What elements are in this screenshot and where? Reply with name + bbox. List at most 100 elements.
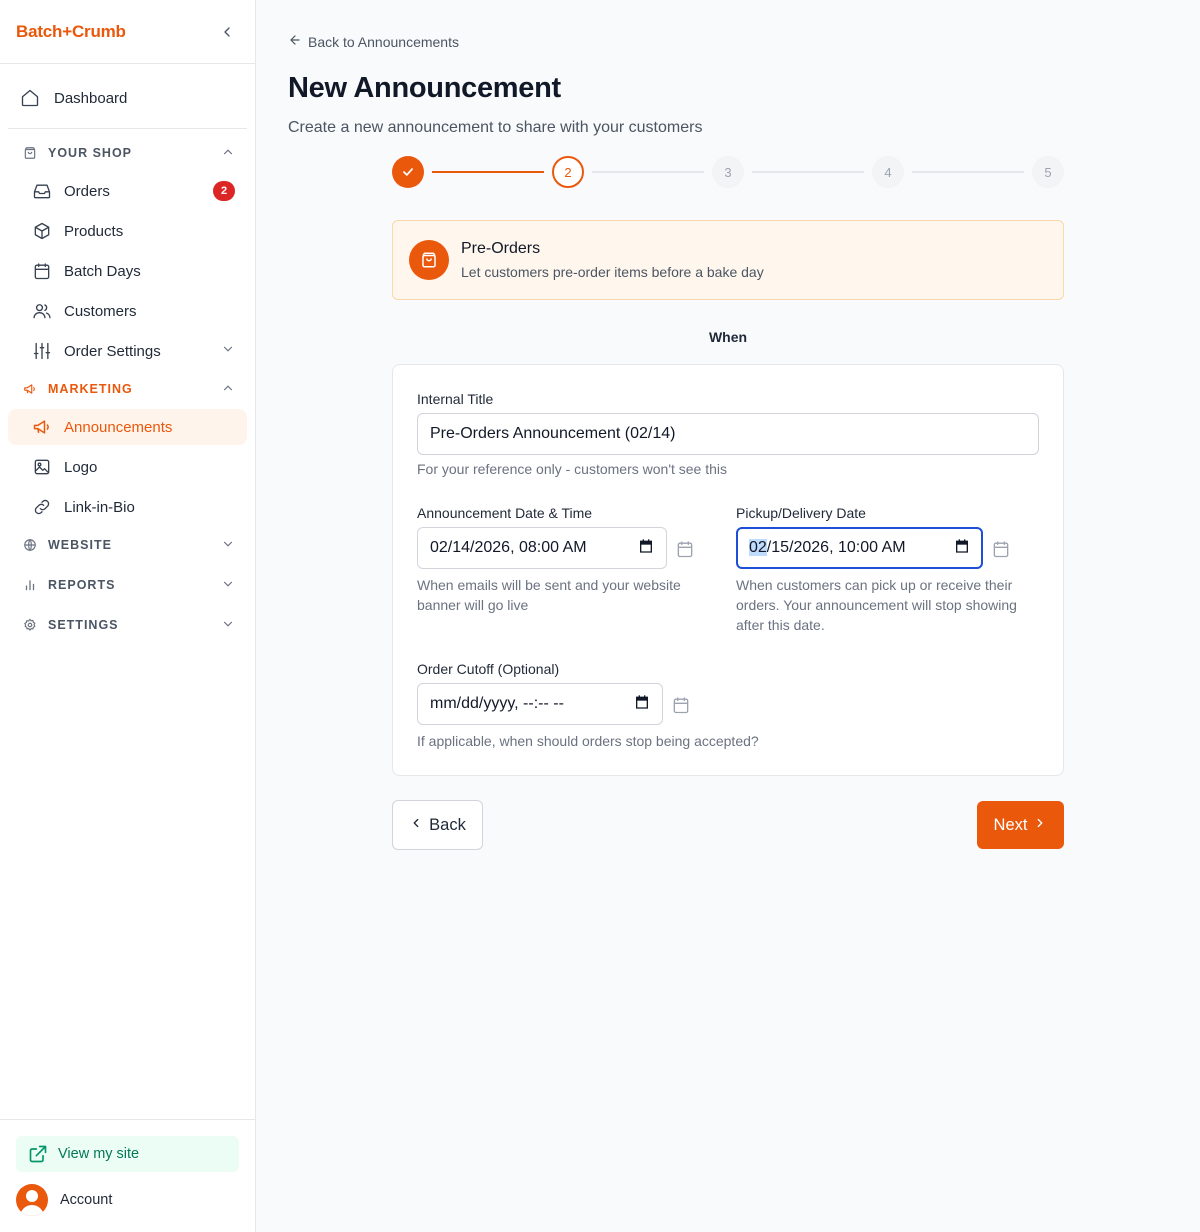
check-icon [403, 168, 413, 176]
stepper: 2 3 4 5 [392, 156, 1064, 188]
users-icon [32, 301, 52, 321]
back-button[interactable]: Back [392, 800, 483, 850]
sidebar-item-label: Logo [64, 458, 98, 476]
type-description: Let customers pre-order items before a b… [461, 264, 764, 280]
megaphone-icon [20, 379, 40, 399]
step-2: 2 [552, 156, 584, 188]
collapse-sidebar-button[interactable] [215, 20, 239, 44]
section-marketing[interactable]: MARKETING [8, 373, 247, 405]
chevron-down-icon [221, 617, 235, 634]
chevron-right-icon [1033, 816, 1047, 835]
chevron-up-icon [221, 381, 235, 398]
internal-title-value: Pre-Orders Announcement (02/14) [430, 425, 676, 442]
pickup-date-input[interactable]: 02/15/2026, 10:00 AM [736, 527, 983, 569]
sidebar-item-batch-days[interactable]: Batch Days [8, 253, 247, 289]
bar-chart-icon [20, 575, 40, 595]
announcement-date-help: When emails will be sent and your websit… [417, 577, 681, 613]
sidebar-item-orders[interactable]: Orders 2 [8, 173, 247, 209]
step-connector [592, 171, 704, 173]
order-cutoff-input[interactable]: mm/dd/yyyy, --:-- -- [417, 683, 663, 725]
page-subtitle: Create a new announcement to share with … [288, 119, 703, 136]
sidebar-item-logo[interactable]: Logo [8, 449, 247, 485]
chevron-left-icon [409, 816, 423, 835]
calendar-picker-icon[interactable] [634, 694, 650, 715]
step-5: 5 [1032, 156, 1064, 188]
chevron-down-icon [221, 577, 235, 594]
account-label: Account [60, 1192, 113, 1208]
chevron-down-icon [221, 342, 235, 360]
home-icon [20, 88, 40, 108]
section-your-shop[interactable]: YOUR SHOP [8, 137, 247, 169]
shopping-bag-icon [20, 143, 40, 163]
internal-title-input[interactable]: Pre-Orders Announcement (02/14) [417, 413, 1039, 455]
sidebar-item-label: Orders [64, 182, 110, 200]
sidebar-footer: View my site Account [0, 1119, 255, 1232]
section-title: YOUR SHOP [48, 146, 133, 160]
megaphone-icon [32, 417, 52, 437]
step-1[interactable] [392, 156, 424, 188]
announcement-type-card: Pre-Orders Let customers pre-order items… [392, 220, 1064, 300]
shopping-bag-icon [409, 240, 449, 280]
step-connector [752, 171, 864, 173]
sidebar-item-products[interactable]: Products [8, 213, 247, 249]
sidebar-nav: Dashboard YOUR SHOP Orders 2 Products Ba… [0, 64, 255, 641]
type-text: Pre-Orders Let customers pre-order items… [461, 240, 764, 280]
link-icon [32, 497, 52, 517]
calendar-icon [991, 539, 1011, 559]
internal-title-label: Internal Title [417, 391, 494, 407]
step-4: 4 [872, 156, 904, 188]
pickup-date-label: Pickup/Delivery Date [736, 505, 866, 521]
sidebar: Batch+Crumb Dashboard YOUR SHOP Orders 2… [0, 0, 256, 1232]
brand-header: Batch+Crumb [0, 0, 255, 64]
sidebar-item-label: Batch Days [64, 262, 141, 280]
step-connector [912, 171, 1024, 173]
account-menu[interactable]: Account [16, 1184, 239, 1216]
step-connector [432, 171, 544, 173]
external-link-icon [28, 1144, 48, 1164]
image-icon [32, 457, 52, 477]
orders-count-badge: 2 [213, 181, 235, 201]
pickup-date-month-segment: 02 [749, 539, 767, 556]
arrow-left-icon [288, 33, 302, 50]
sidebar-item-label: Products [64, 222, 124, 240]
main-content: Back to Announcements New Announcement C… [256, 0, 1200, 1232]
section-website[interactable]: WEBSITE [8, 529, 247, 561]
sidebar-item-order-settings[interactable]: Order Settings [8, 333, 247, 369]
brand-logo[interactable]: Batch+Crumb [16, 22, 126, 42]
section-title: SETTINGS [48, 618, 119, 632]
order-cutoff-value: mm/dd/yyyy, --:-- -- [430, 695, 564, 712]
sidebar-item-dashboard[interactable]: Dashboard [8, 80, 247, 116]
sidebar-item-customers[interactable]: Customers [8, 293, 247, 329]
section-title: WEBSITE [48, 538, 112, 552]
type-title: Pre-Orders [461, 240, 541, 257]
section-settings[interactable]: SETTINGS [8, 609, 247, 641]
sidebar-item-label: Announcements [64, 418, 173, 436]
sidebar-item-announcements[interactable]: Announcements [8, 409, 247, 445]
sidebar-item-link-in-bio[interactable]: Link-in-Bio [8, 489, 247, 525]
section-title: MARKETING [48, 382, 133, 396]
box-icon [32, 221, 52, 241]
chevron-up-icon [221, 145, 235, 162]
page-title: New Announcement [288, 72, 561, 104]
calendar-picker-icon[interactable] [638, 538, 654, 559]
gear-icon [20, 615, 40, 635]
pickup-date-rest: /15/2026, 10:00 AM [766, 539, 906, 556]
next-button[interactable]: Next [977, 801, 1064, 849]
order-cutoff-label: Order Cutoff (Optional) [417, 661, 560, 677]
calendar-icon [671, 695, 691, 715]
order-cutoff-help: If applicable, when should orders stop b… [417, 733, 759, 749]
calendar-icon [675, 539, 695, 559]
announcement-date-label: Announcement Date & Time [417, 505, 593, 521]
section-reports[interactable]: REPORTS [8, 569, 247, 601]
calendar-icon [32, 261, 52, 281]
announcement-date-input[interactable]: 02/14/2026, 08:00 AM [417, 527, 667, 569]
globe-icon [20, 535, 40, 555]
back-to-announcements-link[interactable]: Back to Announcements [288, 33, 459, 50]
view-my-site-button[interactable]: View my site [16, 1136, 239, 1172]
step-3: 3 [712, 156, 744, 188]
back-button-label: Back [429, 815, 466, 834]
section-title: REPORTS [48, 578, 116, 592]
next-button-label: Next [993, 815, 1028, 834]
pickup-date-value: 02/15/2026, 10:00 AM [749, 539, 906, 557]
calendar-picker-icon[interactable] [954, 538, 970, 559]
